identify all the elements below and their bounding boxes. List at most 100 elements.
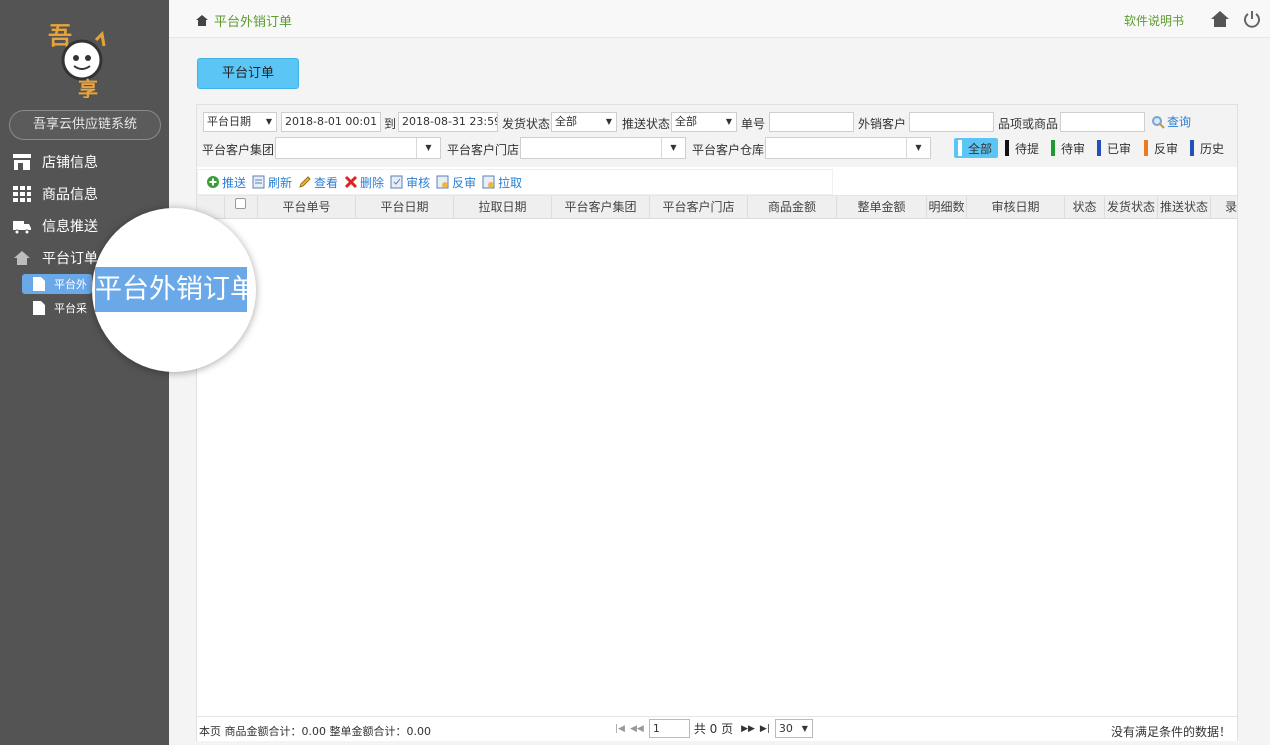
status-filter-audited[interactable]: 已审 [1097, 138, 1135, 158]
status-filter-label: 全部 [968, 141, 993, 156]
select-all-checkbox[interactable] [235, 198, 246, 209]
dropdown-arrow-icon: ▼ [906, 138, 930, 158]
order-no-label: 单号 [741, 117, 766, 131]
app-window: 吾 享 吾享云供应链系统 店铺信息 商品信息 信息推送 平台订单 平台外 平台采… [0, 0, 1270, 745]
breadcrumb: 平台外销订单 [195, 11, 292, 30]
ship-status-select[interactable]: 全部 ▼ [551, 112, 617, 132]
status-filter-pending-audit[interactable]: 待审 [1051, 138, 1089, 158]
svg-text:享: 享 [78, 77, 98, 98]
order-no-input[interactable] [769, 112, 854, 132]
dropdown-arrow-icon: ▼ [801, 724, 808, 733]
table-header: 平台单号 平台日期 拉取日期 平台客户集团 平台客户门店 商品金额 整单金额 明… [197, 195, 1237, 219]
push-status-select[interactable]: 全部 ▼ [671, 112, 737, 132]
main-panel: 平台日期 ▼ 2018-8-01 00:01 到 2018-08-31 23:59… [196, 104, 1238, 741]
refresh-button[interactable]: 刷新 [252, 174, 292, 191]
power-icon[interactable] [1242, 9, 1262, 32]
column-header[interactable]: 明细数 [927, 196, 967, 218]
column-header[interactable]: 平台单号 [258, 196, 356, 218]
column-header[interactable]: 推送状态 [1158, 196, 1211, 218]
sidebar-item-product-info[interactable]: 商品信息 [12, 182, 98, 206]
sidebar-item-label: 平台订单 [42, 251, 98, 267]
last-page-icon[interactable]: ▶| [760, 724, 770, 734]
top-bar: 平台外销订单 软件说明书 [169, 0, 1270, 38]
pull-button[interactable]: 拉取 [482, 174, 522, 191]
delete-label: 删除 [360, 175, 385, 190]
customer-input[interactable] [909, 112, 994, 132]
column-header[interactable]: 平台日期 [356, 196, 454, 218]
status-filter-all[interactable]: 全部 [954, 138, 999, 158]
ship-status-value: 全部 [555, 115, 577, 128]
warehouse-label: 平台客户仓库 [692, 143, 765, 157]
document-icon [32, 276, 46, 292]
warehouse-combo[interactable]: ▼ [765, 137, 931, 159]
column-header[interactable]: 整单金额 [837, 196, 927, 218]
date-to-input[interactable]: 2018-08-31 23:59 [398, 112, 498, 132]
delete-button[interactable]: 删除 [344, 174, 384, 191]
column-header[interactable]: 审核日期 [967, 196, 1065, 218]
page-size-select[interactable]: 30 ▼ [774, 719, 813, 738]
column-header[interactable]: 状态 [1065, 196, 1105, 218]
column-header[interactable]: 平台客户门店 [650, 196, 748, 218]
view-button[interactable]: 查看 [298, 174, 338, 191]
filter-area: 平台日期 ▼ 2018-8-01 00:01 到 2018-08-31 23:59… [197, 105, 1237, 167]
dropdown-arrow-icon: ▼ [265, 117, 272, 126]
table-footer: 本页 商品金额合计：0.00 整单金额合计：0.00 |◀ ◀◀ 1 共 0 页… [197, 716, 1237, 741]
home-icon[interactable] [1210, 10, 1230, 31]
item-label: 品项或商品 [998, 117, 1059, 131]
prev-page-icon[interactable]: ◀◀ [630, 724, 644, 734]
dropdown-arrow-icon: ▼ [605, 117, 612, 126]
column-header[interactable]: 平台客户集团 [552, 196, 650, 218]
pagination: |◀ ◀◀ 1 共 0 页 ▶▶ ▶| 30 ▼ [615, 719, 813, 738]
action-toolbar: 推送 刷新 查看 删除 审核 反审 拉取 [197, 169, 833, 195]
sidebar-subitem-platform-sales-order[interactable]: 平台外 [22, 274, 92, 294]
status-filter-label: 已审 [1107, 141, 1132, 156]
item-input[interactable] [1060, 112, 1145, 132]
unaudit-button[interactable]: 反审 [436, 174, 476, 191]
status-color-bar [1144, 140, 1148, 156]
date-type-select[interactable]: 平台日期 ▼ [203, 112, 277, 132]
sidebar-item-platform-orders[interactable]: 平台订单 [12, 246, 98, 270]
status-color-bar [1190, 140, 1194, 156]
app-logo: 吾 享 [44, 18, 120, 101]
column-header[interactable]: 商品金额 [748, 196, 837, 218]
push-status-label: 推送状态 [622, 117, 671, 131]
status-color-bar [1051, 140, 1055, 156]
status-filter-unaudited[interactable]: 反审 [1144, 138, 1182, 158]
date-from-input[interactable]: 2018-8-01 00:01 [281, 112, 381, 132]
ship-status-label: 发货状态 [502, 117, 551, 131]
audit-button[interactable]: 审核 [390, 174, 430, 191]
add-circle-icon [207, 176, 219, 188]
select-all-column[interactable] [225, 196, 258, 218]
help-manual-link[interactable]: 软件说明书 [1124, 12, 1184, 29]
refresh-label: 刷新 [268, 175, 293, 190]
sidebar: 吾 享 吾享云供应链系统 店铺信息 商品信息 信息推送 平台订单 平台外 平台采 [0, 0, 169, 745]
sidebar-item-label: 商品信息 [42, 187, 98, 203]
column-header[interactable]: 拉取日期 [454, 196, 552, 218]
status-filter-pending-submit[interactable]: 待提 [1005, 138, 1043, 158]
sidebar-item-store-info[interactable]: 店铺信息 [12, 150, 98, 174]
query-button[interactable]: 查询 [1151, 113, 1191, 130]
store-label: 平台客户门店 [447, 143, 520, 157]
store-combo[interactable]: ▼ [520, 137, 686, 159]
sidebar-item-info-push[interactable]: 信息推送 [12, 214, 98, 238]
dropdown-arrow-icon: ▼ [661, 138, 685, 158]
push-button[interactable]: 推送 [206, 174, 246, 191]
status-filter-label: 历史 [1200, 141, 1225, 156]
magnified-label: 平台外销订单 [95, 267, 256, 312]
system-name: 吾享云供应链系统 [9, 110, 161, 140]
column-header[interactable]: 录 [1211, 196, 1237, 218]
column-header[interactable]: 发货状态 [1105, 196, 1158, 218]
delete-x-icon [344, 175, 358, 189]
pencil-icon [299, 176, 311, 188]
group-combo[interactable]: ▼ [275, 137, 441, 159]
push-label: 推送 [222, 175, 247, 190]
page-summary: 本页 商品金额合计：0.00 整单金额合计：0.00 [199, 725, 431, 738]
view-label: 查看 [314, 175, 339, 190]
page-size-value: 30 [778, 722, 793, 735]
status-color-bar [1005, 140, 1009, 156]
first-page-icon[interactable]: |◀ [615, 724, 625, 734]
status-filter-history[interactable]: 历史 [1190, 138, 1228, 158]
next-page-icon[interactable]: ▶▶ [741, 724, 755, 734]
tab-platform-orders[interactable]: 平台订单 [197, 58, 299, 89]
page-number-input[interactable]: 1 [648, 719, 690, 738]
